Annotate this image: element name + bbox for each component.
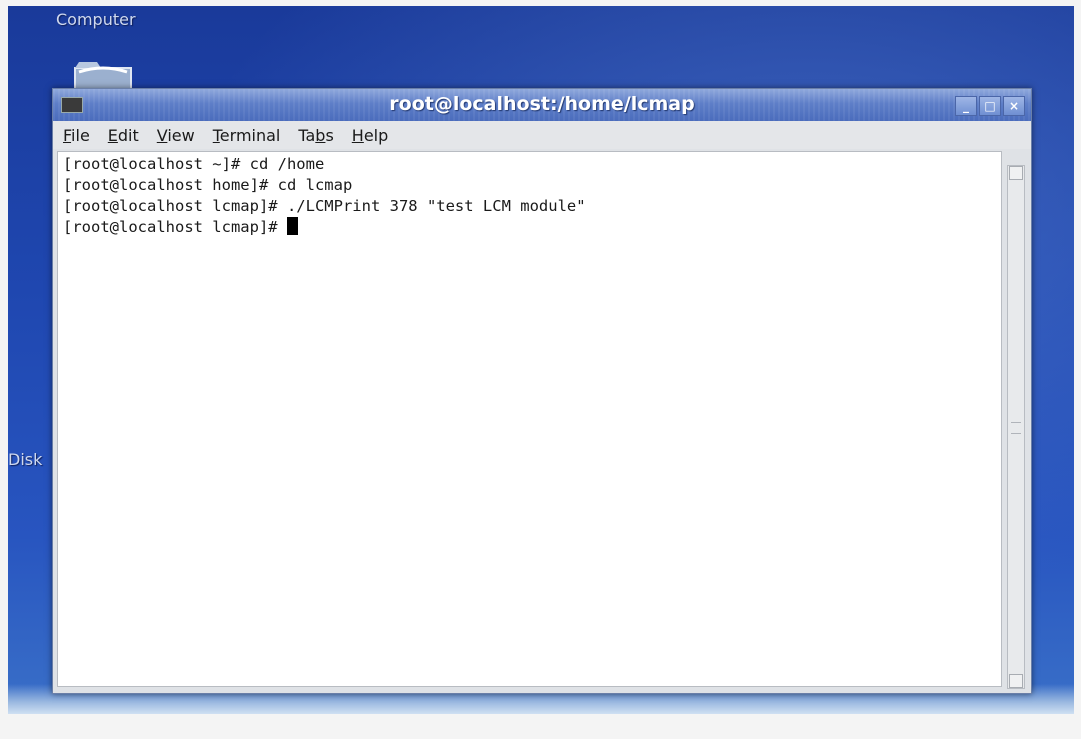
window-titlebar[interactable]: root@localhost:/home/lcmap _ □ × [53,89,1031,121]
maximize-button[interactable]: □ [979,96,1001,116]
terminal-line: [root@localhost ~]# cd /home [63,155,325,173]
close-button[interactable]: × [1003,96,1025,116]
terminal-output[interactable]: [root@localhost ~]# cd /home [root@local… [57,151,1002,687]
text-cursor [286,217,298,235]
menubar: File Edit View Terminal Tabs Help [53,121,1031,149]
menu-terminal[interactable]: Terminal [213,126,281,145]
terminal-prompt: [root@localhost lcmap]# [63,218,287,236]
window-title: root@localhost:/home/lcmap [389,93,695,115]
terminal-window[interactable]: root@localhost:/home/lcmap _ □ × File Ed… [52,88,1032,694]
scroll-up-arrow-icon[interactable] [1009,166,1023,180]
menu-help[interactable]: Help [352,126,388,145]
terminal-line: [root@localhost lcmap]# ./LCMPrint 378 "… [63,197,586,215]
folder-icon[interactable] [73,58,133,92]
desktop-icon-disk-label[interactable]: Disk [8,450,42,469]
menu-view[interactable]: View [157,126,195,145]
minimize-button[interactable]: _ [955,96,977,116]
scroll-grip-icon[interactable] [1011,422,1021,434]
desktop-icon-computer-label[interactable]: Computer [56,10,136,29]
vertical-scrollbar[interactable] [1007,165,1025,689]
menu-file[interactable]: File [63,126,90,145]
photo-frame: Computer Disk root@localhost:/home/lcmap… [0,0,1081,739]
menu-edit[interactable]: Edit [108,126,139,145]
menu-tabs[interactable]: Tabs [298,126,333,145]
scroll-down-arrow-icon[interactable] [1009,674,1023,688]
terminal-prompt-line[interactable]: [root@localhost lcmap]# [58,217,1001,238]
terminal-line: [root@localhost home]# cd lcmap [63,176,353,194]
window-controls: _ □ × [955,96,1025,116]
